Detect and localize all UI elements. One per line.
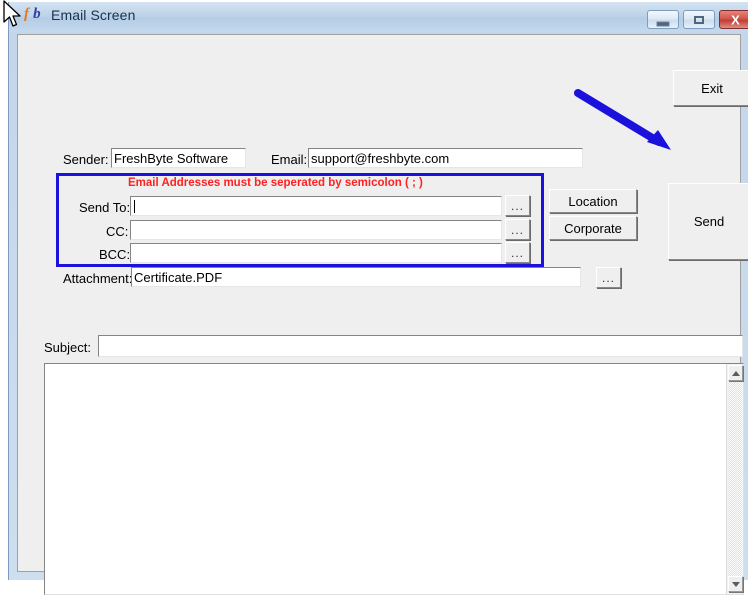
application-window: f/b Email Screen X Exit Sender: FreshByt… [8, 2, 748, 580]
cc-input[interactable] [130, 220, 502, 240]
client-area: Exit Sender: FreshByte Software Email: s… [17, 34, 741, 572]
maximize-button[interactable] [683, 10, 715, 29]
scroll-down-button[interactable] [728, 576, 743, 592]
email-input[interactable]: support@freshbyte.com [308, 148, 583, 168]
maximize-icon [694, 16, 704, 24]
minimize-button[interactable] [647, 10, 679, 29]
send-button[interactable]: Send [668, 183, 748, 260]
freshbyte-logo-icon: f/b [24, 6, 41, 23]
subject-input[interactable] [98, 335, 743, 357]
attachment-input[interactable]: Certificate.PDF [131, 267, 581, 287]
subject-label: Subject: [44, 340, 91, 355]
window-title: Email Screen [51, 7, 135, 23]
window-frame: f/b Email Screen X Exit Sender: FreshByt… [9, 2, 748, 580]
semicolon-note: Email Addresses must be seperated by sem… [128, 177, 423, 189]
bcc-browse-button[interactable]: ... [505, 242, 530, 263]
title-bar[interactable]: f/b Email Screen X [9, 2, 748, 32]
bcc-input[interactable] [130, 243, 502, 263]
bcc-label: BCC: [99, 247, 130, 262]
close-button[interactable]: X [719, 10, 748, 29]
minimize-icon [657, 21, 670, 26]
body-scrollbar[interactable] [726, 364, 743, 594]
attachment-browse-button[interactable]: ... [596, 267, 621, 288]
exit-button[interactable]: Exit [673, 70, 748, 106]
send-to-input[interactable] [130, 196, 502, 216]
chevron-up-icon [732, 371, 740, 376]
email-label: Email: [271, 152, 307, 167]
send-to-browse-button[interactable]: ... [505, 195, 530, 216]
location-button[interactable]: Location [549, 189, 637, 213]
chevron-down-icon [732, 582, 740, 587]
send-to-label: Send To: [79, 200, 130, 215]
text-caret [134, 200, 135, 213]
close-icon: X [731, 13, 740, 26]
sender-label: Sender: [63, 152, 109, 167]
message-body-textarea[interactable] [44, 363, 744, 595]
scroll-up-button[interactable] [728, 365, 743, 381]
sender-input[interactable]: FreshByte Software [111, 148, 246, 168]
cc-browse-button[interactable]: ... [505, 219, 530, 240]
attachment-label: Attachment: [63, 271, 132, 286]
logo-letter-b: b [33, 6, 41, 22]
cc-label: CC: [106, 224, 128, 239]
corporate-button[interactable]: Corporate [549, 216, 637, 240]
